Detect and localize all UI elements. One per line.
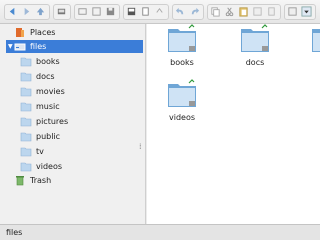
cut-icon[interactable] — [223, 5, 236, 18]
navigation-group — [4, 3, 50, 20]
sidebar-item-label: books — [36, 57, 60, 66]
folder-icon — [20, 86, 32, 97]
home-icon[interactable] — [55, 5, 68, 18]
sidebar-item-label: pictures — [36, 117, 69, 126]
edit-group — [207, 3, 281, 20]
undo-icon[interactable] — [174, 5, 187, 18]
sidebar-item-movies[interactable]: movies — [20, 85, 166, 98]
folder-icon — [20, 131, 32, 142]
sidebar-item-label: Places — [30, 28, 56, 37]
redo-icon[interactable] — [188, 5, 201, 18]
up-icon[interactable] — [34, 5, 47, 18]
reload-icon[interactable] — [153, 5, 166, 18]
sidebar-item-label: movies — [36, 87, 65, 96]
forward-icon[interactable] — [20, 5, 33, 18]
history-group — [172, 3, 204, 20]
trash-icon — [14, 175, 26, 186]
back-icon[interactable] — [6, 5, 19, 18]
sidebar-item-books[interactable]: books — [20, 55, 166, 68]
folder-icon — [20, 56, 32, 67]
copy-icon[interactable] — [209, 5, 222, 18]
dropdown-icon[interactable] — [300, 5, 313, 18]
resize-handle[interactable]: ⁞ — [139, 142, 142, 151]
sidebar-item-label: docs — [36, 72, 55, 81]
file-item-label: docs — [245, 58, 265, 67]
sidebar-item-public[interactable]: public — [20, 130, 166, 143]
folder-icon — [20, 101, 32, 112]
new-tab-icon[interactable] — [76, 5, 89, 18]
bookmark-group — [123, 3, 169, 20]
folder-icon — [20, 146, 32, 157]
paste-icon[interactable] — [237, 5, 250, 18]
new-window-icon[interactable] — [90, 5, 103, 18]
sidebar-item-label: Trash — [30, 176, 52, 185]
toolbar — [0, 0, 320, 24]
sidebar-item-tv[interactable]: tv — [20, 145, 166, 158]
file-item-label: videos — [168, 113, 196, 122]
status-text: files — [6, 228, 23, 237]
file-item-partial[interactable]: m — [301, 24, 320, 68]
sidebar-item-videos[interactable]: videos — [20, 160, 166, 173]
file-item-books[interactable]: books — [157, 24, 207, 68]
sidebar-item-label: music — [36, 102, 60, 111]
sidebar-item-places[interactable]: Places — [14, 26, 160, 39]
sidebar-item-label: public — [36, 132, 61, 141]
view-group — [284, 3, 316, 20]
home-group — [53, 3, 71, 20]
folder-icon — [20, 161, 32, 172]
file-item-label: books — [170, 58, 194, 67]
sidebar-item-music[interactable]: music — [20, 100, 166, 113]
bookmark-icon[interactable] — [125, 5, 138, 18]
delete-icon[interactable] — [265, 5, 278, 18]
file-item-label: m — [301, 58, 320, 68]
drive-icon — [14, 41, 26, 52]
properties-icon[interactable] — [251, 5, 264, 18]
sidebar-item-trash[interactable]: Trash — [14, 174, 160, 187]
file-view: books docs m videos — [147, 24, 320, 224]
sidebar-item-files[interactable]: ▼ files — [6, 40, 143, 53]
sidebar-item-label: tv — [36, 147, 44, 156]
status-bar: files — [0, 224, 320, 240]
sidebar-item-label: files — [30, 42, 47, 51]
places-icon — [14, 27, 26, 38]
file-item-videos[interactable]: videos — [157, 79, 207, 123]
folder-icon — [241, 24, 269, 52]
sidebar: Places ▼ files books docs movies music p… — [0, 24, 146, 224]
open-icon[interactable] — [139, 5, 152, 18]
sidebar-item-docs[interactable]: docs — [20, 70, 166, 83]
tab-group — [74, 3, 120, 20]
sidebar-item-pictures[interactable]: pictures — [20, 115, 166, 128]
view-icon[interactable] — [286, 5, 299, 18]
sidebar-item-label: videos — [36, 162, 63, 171]
folder-icon — [168, 24, 196, 52]
folder-icon — [312, 29, 320, 52]
folder-icon — [20, 71, 32, 82]
folder-icon — [168, 79, 196, 107]
save-icon[interactable] — [104, 5, 117, 18]
folder-icon — [20, 116, 32, 127]
file-item-docs[interactable]: docs — [230, 24, 280, 68]
